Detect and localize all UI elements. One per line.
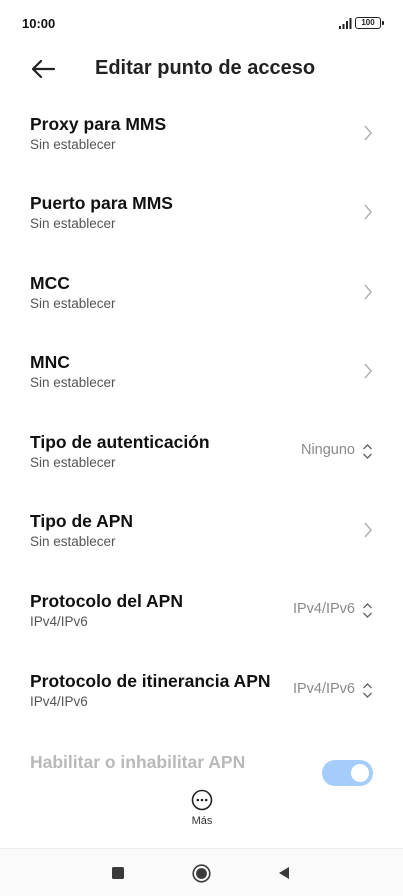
row-title: Protocolo del APN (30, 591, 183, 611)
signal-icon (339, 18, 352, 29)
updown-chevron-icon (363, 683, 372, 698)
row-subtitle: Sin establecer (30, 296, 116, 311)
row-title: Protocolo de itinerancia APN (30, 671, 271, 691)
chevron-right-icon (364, 363, 372, 379)
page-title: Editar punto de acceso (95, 57, 316, 79)
chevron-right-icon (364, 125, 372, 141)
row-subtitle: Sin establecer (30, 137, 116, 152)
more-area: Más (0, 788, 403, 834)
recent-apps-icon[interactable] (112, 867, 124, 879)
battery-icon: 100 (355, 17, 384, 29)
status-bar: 10:00 100 (0, 0, 403, 48)
row-roaming-protocol[interactable]: Protocolo de itinerancia APN IPv4/IPv6 I… (0, 659, 403, 725)
enable-apn-toggle[interactable] (322, 760, 373, 786)
row-apn-protocol[interactable]: Protocolo del APN IPv4/IPv6 IPv4/IPv6 (0, 579, 403, 645)
row-title: Puerto para MMS (30, 193, 173, 213)
row-subtitle: Sin establecer (30, 216, 116, 231)
row-proxy-mms[interactable]: Proxy para MMS Sin establecer (0, 102, 403, 168)
chevron-right-icon (364, 284, 372, 300)
row-enable-apn[interactable]: Habilitar o inhabilitar APN (0, 740, 403, 788)
row-title: Tipo de autenticación (30, 432, 210, 452)
row-value: IPv4/IPv6 (292, 601, 355, 617)
row-title: MNC (30, 352, 70, 372)
row-apn-type[interactable]: Tipo de APN Sin establecer (0, 499, 403, 565)
row-mnc[interactable]: MNC Sin establecer (0, 340, 403, 406)
updown-chevron-icon (363, 444, 372, 459)
settings-list: Proxy para MMS Sin establecer Puerto par… (0, 98, 403, 788)
toggle-knob (351, 764, 369, 782)
row-subtitle: Sin establecer (30, 534, 116, 549)
row-subtitle: IPv4/IPv6 (30, 694, 88, 709)
updown-chevron-icon (363, 603, 372, 618)
more-button[interactable]: Más (180, 788, 224, 832)
row-value: IPv4/IPv6 (292, 681, 355, 697)
row-title: Proxy para MMS (30, 114, 167, 134)
row-title: MCC (30, 273, 70, 293)
row-subtitle: Sin establecer (30, 375, 116, 390)
chevron-right-icon (364, 522, 372, 538)
row-subtitle: Sin establecer (30, 455, 116, 470)
row-proxy-port[interactable]: Puerto para MMS Sin establecer (0, 181, 403, 247)
header: Editar punto de acceso (0, 48, 403, 92)
navigation-bar (0, 848, 403, 896)
more-label: Más (191, 815, 213, 827)
row-subtitle: IPv4/IPv6 (30, 614, 88, 629)
more-dots-icon (191, 789, 213, 811)
row-value: Ninguno (300, 442, 355, 458)
status-time: 10:00 (22, 16, 56, 31)
row-title: Habilitar o inhabilitar APN (30, 752, 246, 772)
row-auth-type[interactable]: Tipo de autenticación Sin establecer Nin… (0, 420, 403, 486)
chevron-right-icon (364, 204, 372, 220)
row-title: Tipo de APN (30, 511, 134, 531)
row-mcc[interactable]: MCC Sin establecer (0, 261, 403, 327)
back-triangle-icon[interactable] (278, 866, 290, 880)
home-icon[interactable] (192, 864, 211, 883)
back-arrow-icon[interactable] (30, 58, 56, 80)
